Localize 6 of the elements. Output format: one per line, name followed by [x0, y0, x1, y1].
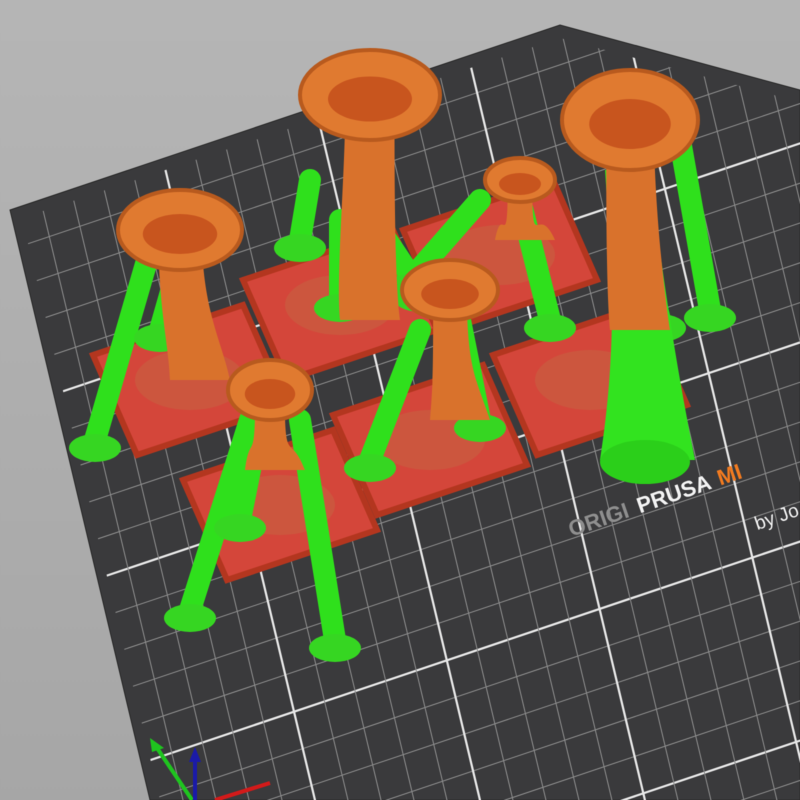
- bed-logo-text: MI: [714, 458, 746, 492]
- axes-icon: [150, 738, 271, 800]
- 3d-viewport[interactable]: ORIGI PRUSA MI by Jo: [0, 0, 800, 800]
- bed-caption: by Jo: [752, 500, 800, 536]
- bed-logo-text: PRUSA: [633, 469, 715, 520]
- bed-logo-text: ORIGI: [565, 498, 632, 543]
